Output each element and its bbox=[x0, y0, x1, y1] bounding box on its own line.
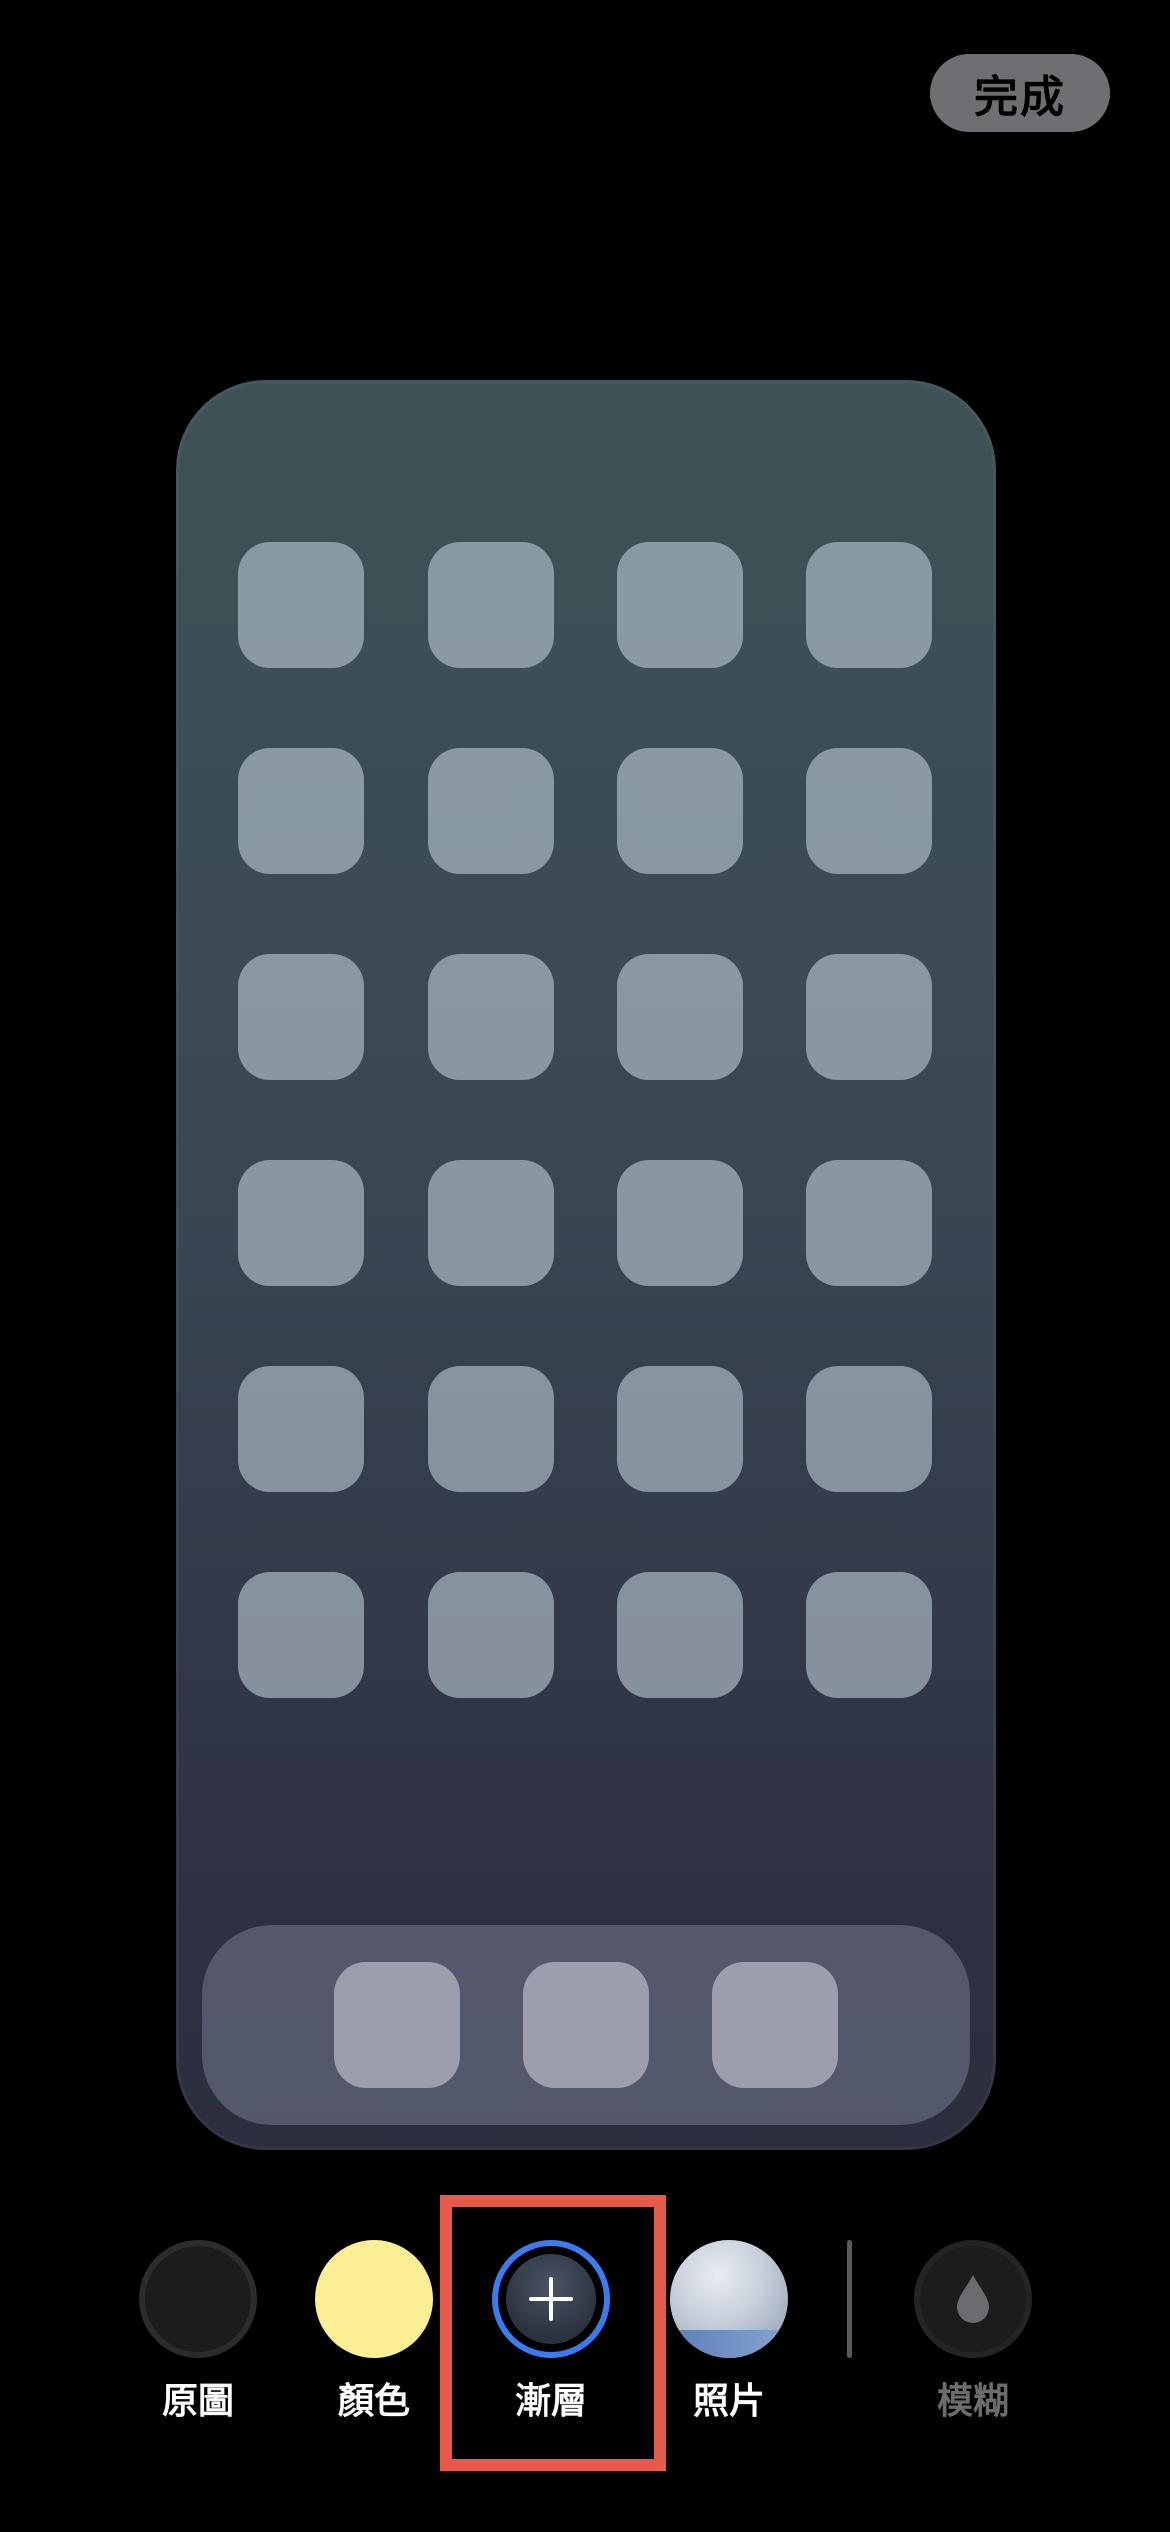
option-original-swatch[interactable] bbox=[139, 2240, 257, 2358]
app-icon-placeholder bbox=[238, 748, 364, 874]
app-icon-placeholder bbox=[238, 1160, 364, 1286]
option-photo-label: 照片 bbox=[692, 2381, 765, 2422]
option-original-label: 原圖 bbox=[161, 2381, 234, 2422]
app-icon-placeholder bbox=[238, 1572, 364, 1698]
dock-icon-placeholder bbox=[712, 1962, 838, 2088]
droplet-icon bbox=[957, 2275, 989, 2323]
app-icon-placeholder bbox=[617, 1160, 743, 1286]
option-blur-button[interactable] bbox=[914, 2240, 1032, 2358]
app-icon-placeholder bbox=[238, 954, 364, 1080]
option-photo-thumbnail[interactable] bbox=[670, 2240, 788, 2358]
app-icon-placeholder bbox=[617, 1366, 743, 1492]
options-divider bbox=[847, 2240, 852, 2358]
app-icon-placeholder bbox=[806, 542, 932, 668]
option-blur-label: 模糊 bbox=[936, 2381, 1009, 2422]
dock-icon-placeholder bbox=[334, 1962, 460, 2088]
done-button[interactable]: 完成 bbox=[930, 54, 1110, 132]
app-icon-placeholder bbox=[428, 954, 554, 1080]
wallpaper-preview bbox=[176, 380, 996, 2150]
app-icon-placeholder bbox=[428, 1572, 554, 1698]
app-icon-placeholder bbox=[428, 748, 554, 874]
app-icon-placeholder bbox=[806, 1572, 932, 1698]
option-color-swatch[interactable] bbox=[315, 2240, 433, 2358]
app-icon-placeholder bbox=[617, 542, 743, 668]
app-icon-placeholder bbox=[428, 1160, 554, 1286]
app-icon-placeholder bbox=[806, 748, 932, 874]
highlight-box bbox=[440, 2195, 666, 2471]
photo-thumbnail-sky bbox=[670, 2330, 788, 2358]
app-icon-placeholder bbox=[238, 542, 364, 668]
app-icon-placeholder bbox=[806, 1160, 932, 1286]
app-icon-placeholder bbox=[617, 1572, 743, 1698]
app-icon-placeholder bbox=[238, 1366, 364, 1492]
app-icon-placeholder bbox=[806, 1366, 932, 1492]
app-icon-placeholder bbox=[617, 748, 743, 874]
app-icon-placeholder bbox=[806, 954, 932, 1080]
option-color-label: 顏色 bbox=[337, 2381, 410, 2422]
app-icon-placeholder bbox=[617, 954, 743, 1080]
app-icon-placeholder bbox=[428, 1366, 554, 1492]
app-icon-placeholder bbox=[428, 542, 554, 668]
dock bbox=[202, 1925, 970, 2125]
dock-icon-placeholder bbox=[523, 1962, 649, 2088]
